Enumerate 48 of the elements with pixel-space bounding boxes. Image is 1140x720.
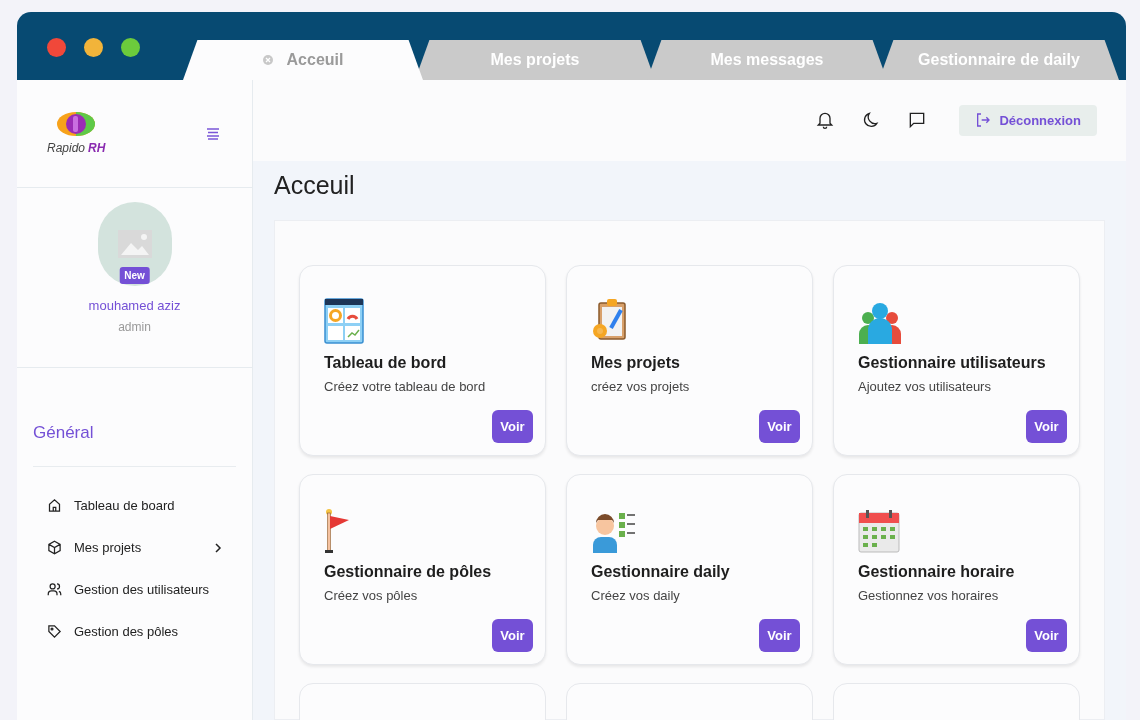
image-placeholder-icon [117,230,152,258]
card-title: Tableau de bord [324,353,448,373]
home-icon [47,498,62,513]
view-button[interactable]: Voir [759,410,800,443]
view-button[interactable]: Voir [492,619,533,652]
view-button[interactable]: Voir [1026,619,1067,652]
card-subtitle: Créez vos daily [591,587,681,605]
logout-button[interactable]: Déconnexion [959,104,1097,136]
bell-icon[interactable] [815,110,836,131]
cube-icon [47,540,62,555]
close-window-button[interactable] [47,38,66,57]
users-icon [47,582,62,597]
maximize-window-button[interactable] [121,38,140,57]
logout-icon [975,112,992,129]
view-button[interactable]: Voir [759,619,800,652]
nav-item[interactable]: Mes projets [33,526,236,569]
flag-icon [324,509,350,553]
card-title: Gestionnaire horaire [858,562,1016,582]
user-name: mouhamed aziz [88,297,181,315]
tag-icon [47,624,62,639]
view-button[interactable]: Voir [492,410,533,443]
new-badge: New [119,267,150,284]
section-title: Général [33,422,95,444]
nav-item[interactable]: Gestion des pôles [33,610,236,653]
card-subtitle: Gestionnez vos horaires [858,587,1000,605]
dashboard-icon [324,298,364,344]
card-subtitle: Créez vos pôles [324,587,419,605]
card-subtitle: Créez votre tableau de bord [324,378,487,396]
user-role: admin [118,318,151,336]
view-button[interactable]: Voir [1026,410,1067,443]
card-title: Mes projets [591,353,681,373]
logo-suffix: RH [88,139,106,157]
menu-icon[interactable] [206,127,220,140]
calendar-icon [858,509,900,553]
card-title: Gestionnaire daily [591,562,731,582]
minimize-window-button[interactable] [84,38,103,57]
eye-logo-icon [56,110,97,137]
logo-text: Rapido [47,139,86,157]
card-subtitle: Ajoutez vos utilisateurs [858,378,992,396]
users-group-icon [858,302,902,344]
page-title: Acceuil [274,169,356,201]
nav-item[interactable]: Gestion des utilisateurs [33,568,236,611]
tab[interactable]: Acceuil [183,40,423,80]
card-title: Gestionnaire utilisateurs [858,353,1047,373]
card-subtitle: créez vos projets [591,378,691,396]
chevron-right-icon [214,542,222,553]
nav-item[interactable]: Tableau de board [33,484,236,527]
card-title: Gestionnaire de pôles [324,562,493,582]
